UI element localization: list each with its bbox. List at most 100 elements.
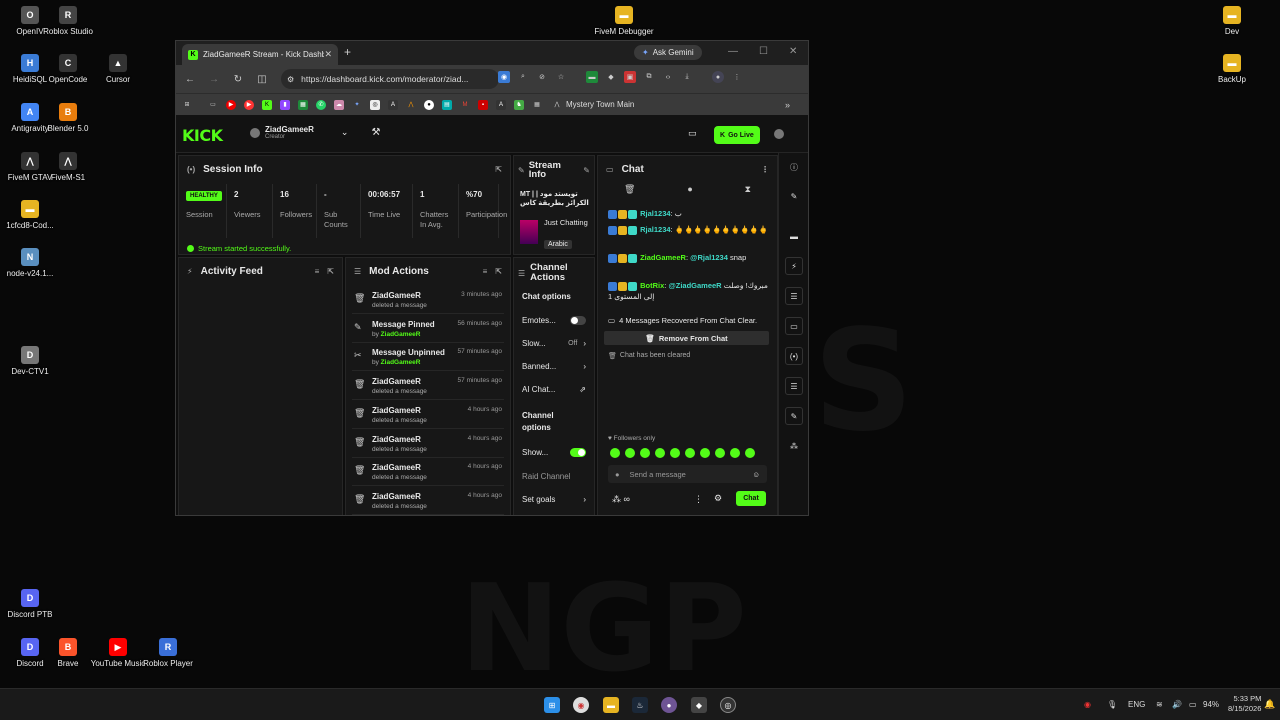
split-view-icon[interactable]: ◫ bbox=[250, 74, 274, 85]
gmail-bookmark-icon[interactable]: M bbox=[460, 100, 470, 110]
rail-list-icon[interactable]: ☰ bbox=[785, 287, 803, 305]
emote-icon[interactable] bbox=[730, 448, 740, 458]
mod-action-row[interactable]: ✎ Message Pinned by ZiadGameeR 56 minutes a… bbox=[352, 317, 504, 343]
mod-action-row[interactable]: 🗑 ZiadGameeR deleted a message 3 minutes ag… bbox=[352, 288, 504, 314]
gemini-bookmark-icon[interactable]: ✦ bbox=[352, 100, 362, 110]
tab-kick-dashboard[interactable]: K ZiadGameeR Stream - Kick Dashboard ✕ bbox=[182, 44, 338, 65]
bookmark-star-icon[interactable]: ☆ bbox=[555, 71, 567, 83]
obs-taskbar-icon[interactable]: ◎ bbox=[720, 697, 736, 713]
emote-icon[interactable] bbox=[685, 448, 695, 458]
rail-stack-icon[interactable]: ☰ bbox=[785, 377, 803, 395]
apps-grid-icon[interactable]: ⊞ bbox=[182, 100, 192, 110]
reload-icon[interactable]: ↻ bbox=[226, 74, 250, 85]
desktop-icon-node-v24-1-[interactable]: Nnode-v24.1... bbox=[0, 248, 60, 278]
menu-dots-icon[interactable]: ⋮ bbox=[731, 71, 743, 83]
chat-menu-icon[interactable]: ⋮ bbox=[761, 165, 769, 174]
raid-channel-option[interactable]: Raid Channel bbox=[522, 472, 586, 481]
vercel-bookmark-icon[interactable]: ⋀ bbox=[406, 100, 416, 110]
chat-username[interactable]: ZiadGameeR bbox=[640, 253, 686, 262]
app-taskbar-icon[interactable]: ◆ bbox=[691, 697, 707, 713]
minimize-icon[interactable]: — bbox=[728, 46, 738, 57]
chess-bookmark-icon[interactable]: ♞ bbox=[514, 99, 524, 110]
desktop-icon-dev-ctv1[interactable]: D Dev-CTV1 bbox=[0, 346, 60, 376]
mod-action-row[interactable]: 🗑 ZiadGameeR deleted a message 57 minutes a… bbox=[352, 374, 504, 401]
mod-action-by[interactable]: ZiadGameeR bbox=[381, 359, 421, 366]
whatsapp-bookmark-icon[interactable]: ✆ bbox=[316, 99, 326, 110]
desktop-icon-roblox-player[interactable]: R Roblox Player bbox=[138, 638, 198, 668]
popout-icon[interactable]: ⇱ bbox=[495, 165, 502, 174]
emoji-icon[interactable]: ☺ bbox=[752, 470, 760, 479]
mod-action-row[interactable]: 🗑 ZiadGameeR deleted a message 4 hours ago bbox=[352, 403, 504, 429]
clear-icon[interactable]: 🗑 bbox=[624, 184, 635, 202]
emote-icon[interactable] bbox=[715, 448, 725, 458]
download-icon[interactable]: ⤓ bbox=[681, 71, 693, 83]
sheets-bookmark-icon[interactable]: ▦ bbox=[298, 99, 308, 110]
clock[interactable]: 5:33 PM 8/15/2026 bbox=[1228, 694, 1261, 714]
ai-chat-option[interactable]: AI Chat... ⇗ bbox=[522, 385, 586, 394]
chat-more-icon[interactable]: ⋮ bbox=[694, 494, 703, 505]
mod-action-row[interactable]: 🗑 ZiadGameeR deleted a message 4 hours ago bbox=[352, 432, 504, 458]
hammer-icon[interactable]: ⚒ bbox=[371, 127, 380, 138]
chat-username[interactable]: Rjal1234 bbox=[640, 225, 670, 234]
new-tab-button[interactable]: + bbox=[344, 45, 351, 59]
steam-taskbar-icon[interactable]: ♨ bbox=[632, 697, 648, 713]
emote-icon[interactable] bbox=[610, 448, 620, 458]
channel-switcher[interactable]: ZiadGameeR Creator ⌄ ⚒ bbox=[250, 125, 380, 140]
cloud-bookmark-icon[interactable]: ☁ bbox=[334, 99, 344, 110]
desktop-icon-dev[interactable]: ▬ Dev bbox=[1202, 6, 1262, 36]
volume-icon[interactable]: 🔊 bbox=[1172, 700, 1182, 709]
layout-icon[interactable]: ▭ bbox=[688, 128, 697, 139]
mystery-town-bookmark[interactable]: Mystery Town Main bbox=[566, 100, 634, 109]
translate-icon[interactable]: ◉ bbox=[498, 71, 510, 83]
timer-icon[interactable]: ⧗ bbox=[745, 184, 751, 202]
mod-action-row[interactable]: 🗑 ZiadGameeR deleted a message 4 hours ago bbox=[352, 460, 504, 487]
desktop-icon-fivem-debugger[interactable]: ▬ FiveM Debugger bbox=[594, 6, 654, 36]
youtube-music-bookmark-icon[interactable]: ▶ bbox=[244, 99, 254, 110]
ext-green-icon[interactable]: ▬ bbox=[586, 71, 598, 83]
send-chat-button[interactable]: Chat bbox=[736, 491, 766, 506]
rail-dots-icon[interactable]: ⁂ bbox=[785, 437, 803, 455]
filter-icon[interactable]: ≡ bbox=[315, 267, 320, 276]
chat-settings-icon[interactable]: ⚙ bbox=[714, 493, 722, 504]
more-bookmarks-icon[interactable]: » bbox=[785, 100, 790, 110]
emote-icon[interactable] bbox=[625, 448, 635, 458]
github-taskbar-icon[interactable]: ● bbox=[661, 697, 677, 713]
youtube-bookmark-icon[interactable]: ▶ bbox=[226, 99, 236, 110]
chat-mention[interactable]: @Rjal1234 bbox=[690, 253, 728, 262]
mod-action-by[interactable]: ZiadGameeR bbox=[381, 331, 421, 338]
show-option[interactable]: Show... bbox=[522, 448, 586, 457]
emotes-toggle[interactable] bbox=[570, 316, 586, 325]
eye-off-icon[interactable]: ⊘ bbox=[536, 71, 548, 83]
start-icon[interactable]: ⊞ bbox=[544, 697, 560, 713]
chat-input[interactable]: ● Send a message ☺ bbox=[608, 465, 767, 483]
grid-bookmark-icon[interactable]: ▦ bbox=[532, 100, 542, 110]
desktop-icon-blender-5-0[interactable]: B Blender 5.0 bbox=[38, 103, 98, 133]
twitch-bookmark-icon[interactable]: ▮ bbox=[280, 99, 290, 110]
rail-wrench-icon[interactable]: ✎ bbox=[785, 407, 803, 425]
go-live-button[interactable]: K Go Live bbox=[714, 126, 760, 144]
back-icon[interactable]: ← bbox=[178, 74, 202, 85]
chat-mode-icon[interactable]: ● bbox=[687, 184, 692, 202]
battery-icon[interactable]: ▭ bbox=[1189, 700, 1197, 709]
profile-icon[interactable]: ● bbox=[712, 71, 724, 83]
explorer-taskbar-icon[interactable]: ▬ bbox=[603, 697, 619, 713]
github-bookmark-icon[interactable]: ● bbox=[424, 99, 434, 110]
openai-bookmark-icon[interactable]: ◎ bbox=[370, 99, 380, 110]
points-icon[interactable]: ⁂ ∞ bbox=[612, 494, 630, 505]
emote-icon[interactable] bbox=[640, 448, 650, 458]
emote-icon[interactable] bbox=[670, 448, 680, 458]
activity-popout-icon[interactable]: ⇱ bbox=[327, 267, 334, 276]
tray-app-icon[interactable]: ◉ bbox=[1084, 700, 1091, 709]
show-toggle[interactable] bbox=[570, 448, 586, 457]
ext-diamond-icon[interactable]: ◆ bbox=[605, 71, 617, 83]
language-indicator[interactable]: ENG bbox=[1128, 700, 1145, 709]
rail-edit-icon[interactable]: ✎ bbox=[785, 187, 803, 205]
mod-action-row[interactable]: ✂ Message Unpinned by ZiadGameeR 57 minutes… bbox=[352, 345, 504, 372]
desktop-icon-roblox-studio[interactable]: R Roblox Studio bbox=[38, 6, 98, 36]
chat-message[interactable]: ZiadGameeR: @Rjal1234 snap bbox=[608, 252, 769, 263]
close-window-icon[interactable]: ✕ bbox=[789, 46, 797, 57]
extensions-icon[interactable]: ⧉ bbox=[643, 71, 655, 83]
rail-lightning-icon[interactable]: ⚡ bbox=[785, 257, 803, 275]
edit-icon[interactable]: ✎ bbox=[583, 166, 590, 175]
mic-icon[interactable]: 🎙 bbox=[1107, 700, 1117, 709]
